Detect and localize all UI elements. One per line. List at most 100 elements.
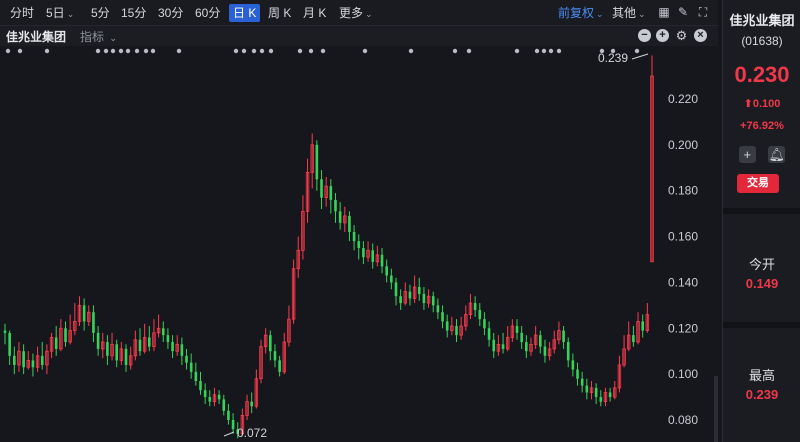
candle-body: [329, 186, 333, 200]
event-marker-dot[interactable]: [514, 48, 520, 54]
event-marker-dot[interactable]: [5, 48, 11, 54]
candle: [455, 319, 458, 343]
event-marker-dot[interactable]: [150, 48, 156, 54]
event-marker-dot[interactable]: [408, 48, 414, 54]
candle: [412, 275, 417, 304]
candle-body: [380, 254, 384, 267]
candle: [520, 325, 523, 349]
candle: [594, 383, 598, 404]
other-menu[interactable]: 其他 ⌄: [608, 4, 650, 22]
candle: [227, 403, 230, 425]
candle: [580, 371, 584, 393]
event-marker-dot[interactable]: [110, 48, 116, 54]
period-tab-daily-k[interactable]: 日 K: [229, 4, 261, 22]
event-marker-dot[interactable]: [320, 48, 326, 54]
event-marker-dot[interactable]: [176, 48, 182, 54]
add-watchlist-icon[interactable]: +: [738, 146, 756, 163]
close-icon[interactable]: ×: [694, 29, 707, 42]
candle-body: [390, 275, 393, 283]
period-tab-60min[interactable]: 60分: [191, 4, 224, 22]
event-marker-dot[interactable]: [308, 48, 314, 54]
event-marker-dot[interactable]: [241, 48, 247, 54]
candle: [128, 346, 133, 370]
candle: [552, 330, 556, 354]
y-tick-label: 0.120: [668, 321, 698, 335]
price-change-percent: +76.92%: [740, 120, 784, 132]
candle: [124, 344, 128, 372]
more-menu[interactable]: 更多 ⌄: [335, 4, 377, 22]
y-tick-label: 0.180: [668, 184, 698, 198]
minus-icon[interactable]: −: [638, 29, 651, 42]
stock-name: 佳兆业集团: [729, 13, 795, 28]
event-marker-dot[interactable]: [95, 48, 101, 54]
event-marker-dot[interactable]: [259, 48, 265, 54]
event-marker-dot[interactable]: [556, 48, 562, 54]
kline-chart[interactable]: 0.220 0.200 0.180 0.160 0.140 0.120 0.100 0.080…: [0, 46, 718, 442]
event-marker-dot[interactable]: [452, 48, 458, 54]
event-marker-dot[interactable]: [268, 48, 274, 54]
candle-body: [399, 296, 402, 304]
candle-body: [194, 371, 198, 382]
candle: [632, 325, 635, 347]
event-marker-dot[interactable]: [17, 48, 23, 54]
candle: [250, 392, 253, 414]
period-tab-monthly-k[interactable]: 月 K: [299, 4, 330, 22]
candle-body: [92, 312, 95, 333]
event-marker-dot[interactable]: [251, 48, 257, 54]
event-marker-dot[interactable]: [118, 48, 124, 54]
candle: [175, 335, 179, 356]
period-tab-5day[interactable]: 5日 ⌄: [42, 4, 78, 22]
high-price-block: 最高 0.239: [723, 365, 800, 402]
candle-body: [31, 360, 35, 368]
event-marker-dot[interactable]: [143, 48, 149, 54]
candle: [180, 337, 184, 365]
trade-button[interactable]: 交易: [737, 174, 779, 193]
event-marker-dot[interactable]: [103, 48, 109, 54]
candle: [645, 303, 650, 333]
candle-body: [357, 241, 361, 249]
candle: [506, 325, 510, 352]
event-marker-dot[interactable]: [466, 48, 472, 54]
event-marker-dot[interactable]: [125, 48, 131, 54]
y-tick-label: 0.080: [668, 413, 698, 427]
open-price-value: 0.149: [745, 276, 779, 291]
brush-icon[interactable]: ✎: [676, 5, 690, 19]
event-marker-dot[interactable]: [634, 48, 640, 54]
grid-icon[interactable]: ▦: [657, 5, 671, 19]
divider: [723, 322, 800, 328]
candle-body: [8, 332, 11, 356]
event-marker-dot[interactable]: [44, 48, 50, 54]
chart-scrollbar[interactable]: [714, 376, 718, 442]
event-marker-dot[interactable]: [297, 48, 303, 54]
plus-icon[interactable]: +: [656, 29, 669, 42]
period-tab-weekly-k[interactable]: 周 K: [264, 4, 295, 22]
candle-body: [515, 325, 519, 333]
candle: [208, 390, 212, 407]
event-marker-dot[interactable]: [541, 48, 547, 54]
expand-icon[interactable]: ⛶: [696, 5, 710, 19]
event-marker-dot[interactable]: [362, 48, 368, 54]
candle: [296, 236, 300, 278]
candle: [106, 335, 109, 365]
candle-body: [520, 332, 523, 343]
period-tab-intraday[interactable]: 分时: [6, 4, 38, 22]
settings-icon[interactable]: ⚙: [675, 29, 688, 42]
event-marker-dot[interactable]: [548, 48, 554, 54]
event-marker-dot[interactable]: [534, 48, 540, 54]
candle: [26, 351, 30, 370]
indicator-menu[interactable]: 指标 ⌄: [80, 28, 117, 45]
period-tab-30min[interactable]: 30分: [154, 4, 187, 22]
event-marker-dot[interactable]: [134, 48, 140, 54]
period-tab-15min[interactable]: 15分: [117, 4, 150, 22]
bell-icon[interactable]: 🔔︎: [768, 146, 786, 163]
candle: [459, 316, 463, 340]
candle: [147, 325, 151, 352]
adjust-menu[interactable]: 前复权 ⌄: [554, 4, 608, 22]
period-tab-5min[interactable]: 5分: [87, 4, 114, 22]
min-price-arrow: [223, 431, 235, 437]
open-price-block: 今开 0.149: [723, 254, 800, 291]
open-price-label: 今开: [748, 257, 775, 272]
event-marker-dot[interactable]: [233, 48, 239, 54]
candle: [152, 319, 156, 352]
candle: [343, 206, 347, 232]
